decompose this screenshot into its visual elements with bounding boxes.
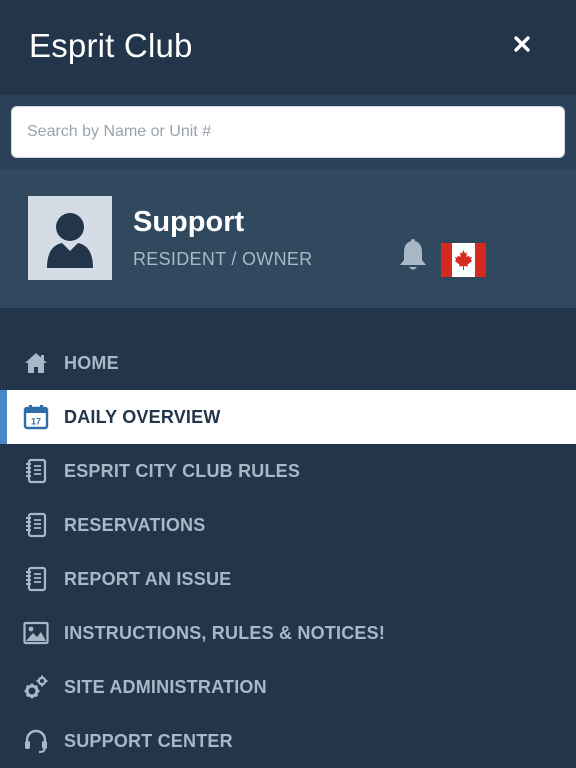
menu-item-label: ESPRIT CITY CLUB RULES bbox=[64, 461, 301, 481]
user-name: Support bbox=[133, 206, 245, 238]
home-icon bbox=[22, 349, 50, 377]
menu-item-instructions[interactable]: INSTRUCTIONS, RULES & NOTICES! bbox=[0, 606, 576, 660]
menu-item-home[interactable]: HOME bbox=[0, 336, 576, 390]
menu-item-label: REPORT AN ISSUE bbox=[64, 569, 232, 589]
notebook-icon bbox=[22, 511, 50, 539]
app-title: Esprit Club bbox=[29, 27, 193, 64]
image-icon bbox=[22, 619, 50, 647]
menu-item-report-issue[interactable]: REPORT AN ISSUE bbox=[0, 552, 576, 606]
menu-item-label: INSTRUCTIONS, RULES & NOTICES! bbox=[64, 623, 386, 643]
notebook-icon bbox=[22, 565, 50, 593]
menu-item-label: HOME bbox=[64, 353, 119, 373]
calendar-day: 17 bbox=[31, 417, 41, 427]
menu-item-daily-overview[interactable]: 17 DAILY OVERVIEW bbox=[0, 390, 576, 444]
app-header: Esprit Club bbox=[0, 0, 576, 95]
search-input[interactable] bbox=[11, 106, 565, 158]
menu-item-reservations[interactable]: RESERVATIONS bbox=[0, 498, 576, 552]
bell-icon[interactable] bbox=[397, 238, 429, 274]
menu-item-support-center[interactable]: SUPPORT CENTER bbox=[0, 714, 576, 768]
headset-icon bbox=[22, 727, 50, 755]
user-role: RESIDENT / OWNER bbox=[133, 249, 313, 269]
menu-item-label: SUPPORT CENTER bbox=[64, 731, 233, 751]
menu-item-site-admin[interactable]: SITE ADMINISTRATION bbox=[0, 660, 576, 714]
menu-item-label: RESERVATIONS bbox=[64, 515, 206, 535]
close-icon[interactable] bbox=[508, 30, 536, 58]
canada-flag-icon[interactable] bbox=[441, 243, 486, 277]
user-avatar-icon[interactable] bbox=[28, 196, 112, 280]
calendar-icon: 17 bbox=[22, 403, 50, 431]
menu-item-club-rules[interactable]: ESPRIT CITY CLUB RULES bbox=[0, 444, 576, 498]
notebook-icon bbox=[22, 457, 50, 485]
menu-item-label: DAILY OVERVIEW bbox=[64, 407, 221, 427]
gears-icon bbox=[22, 673, 50, 701]
active-indicator bbox=[0, 390, 7, 444]
menu-item-label: SITE ADMINISTRATION bbox=[64, 677, 267, 697]
